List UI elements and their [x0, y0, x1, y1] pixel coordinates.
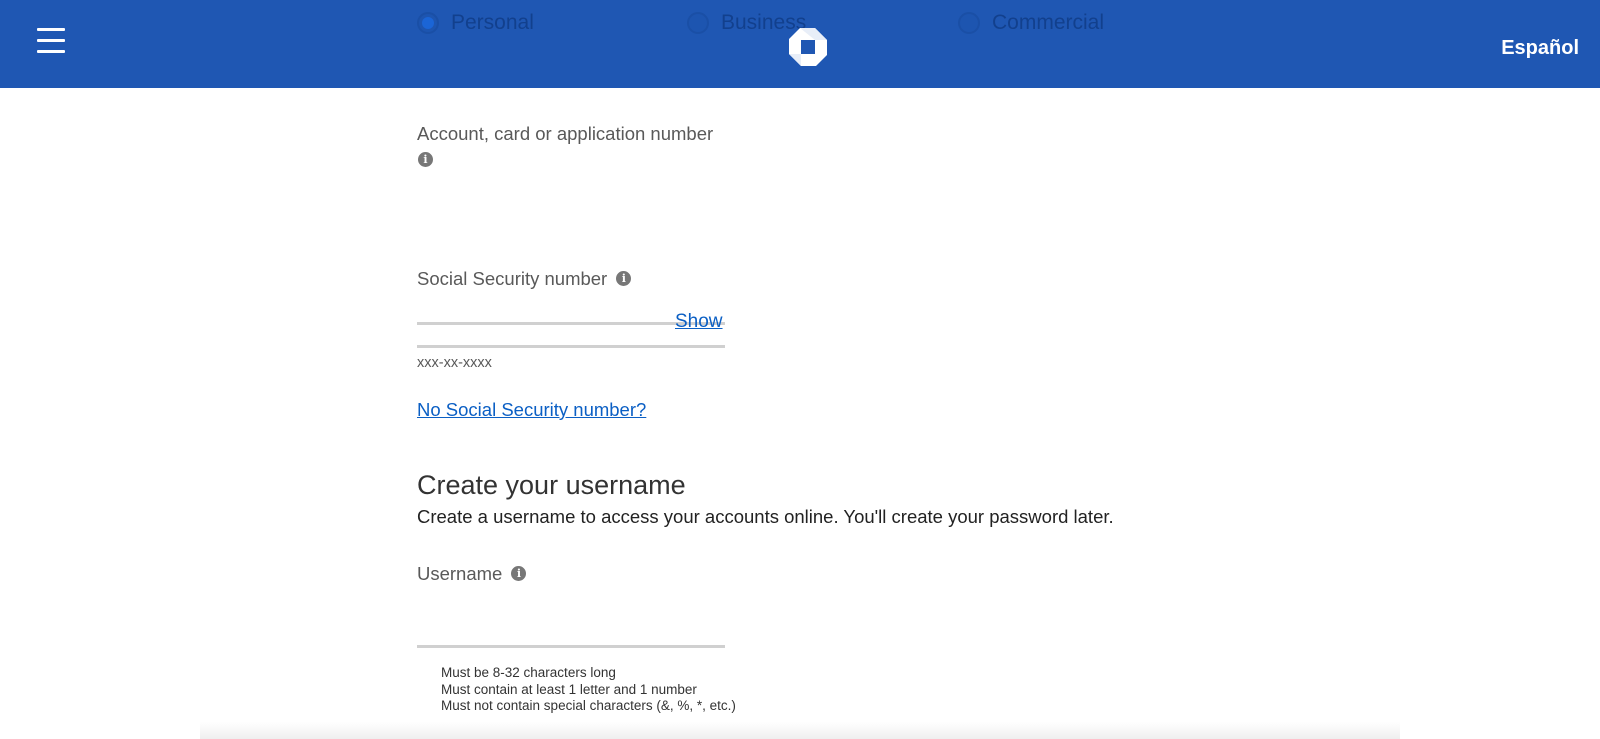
- account-type-label: Commercial: [992, 11, 1105, 34]
- ssn-label: Social Security number i: [417, 268, 632, 290]
- info-icon[interactable]: i: [511, 566, 527, 582]
- no-ssn-link[interactable]: No Social Security number?: [417, 399, 646, 421]
- radio-personal[interactable]: [417, 12, 439, 34]
- username-section-title: Create your username: [417, 470, 686, 500]
- username-rule: Must not contain special characters (&, …: [441, 698, 736, 713]
- username-rule: Must be 8-32 characters long: [441, 665, 616, 680]
- account-type-commercial[interactable]: Commercial: [958, 11, 1104, 35]
- username-rules-list: Must be 8-32 characters long Must contai…: [441, 665, 736, 715]
- account-number-label-text: Account, card or application number: [417, 123, 714, 144]
- chase-logo-icon[interactable]: [789, 28, 827, 66]
- info-icon[interactable]: i: [616, 271, 632, 287]
- hamburger-line: [37, 39, 65, 42]
- username-label-text: Username: [417, 563, 503, 584]
- radio-commercial[interactable]: [958, 12, 980, 34]
- account-type-personal[interactable]: Personal: [417, 11, 534, 35]
- language-toggle-link[interactable]: Español: [1501, 37, 1579, 60]
- top-header: Personal Business Commercial Español: [0, 0, 1600, 88]
- ssn-format-hint: xxx-xx-xxxx: [417, 355, 492, 371]
- account-number-label: Account, card or application number: [417, 123, 713, 145]
- username-rule: Must contain at least 1 letter and 1 num…: [441, 681, 697, 697]
- username-section-description: Create a username to access your account…: [417, 506, 1114, 527]
- footer-shadow: [200, 722, 1400, 739]
- username-input[interactable]: [417, 605, 725, 648]
- ssn-show-link[interactable]: Show: [675, 311, 723, 333]
- ssn-label-text: Social Security number: [417, 268, 608, 289]
- username-label: Username i: [417, 563, 527, 585]
- account-type-label: Personal: [451, 11, 534, 34]
- hamburger-line: [37, 28, 65, 31]
- hamburger-menu-icon[interactable]: [37, 28, 65, 54]
- radio-business[interactable]: [687, 12, 709, 34]
- hamburger-line: [37, 50, 65, 53]
- info-icon[interactable]: i: [418, 152, 433, 167]
